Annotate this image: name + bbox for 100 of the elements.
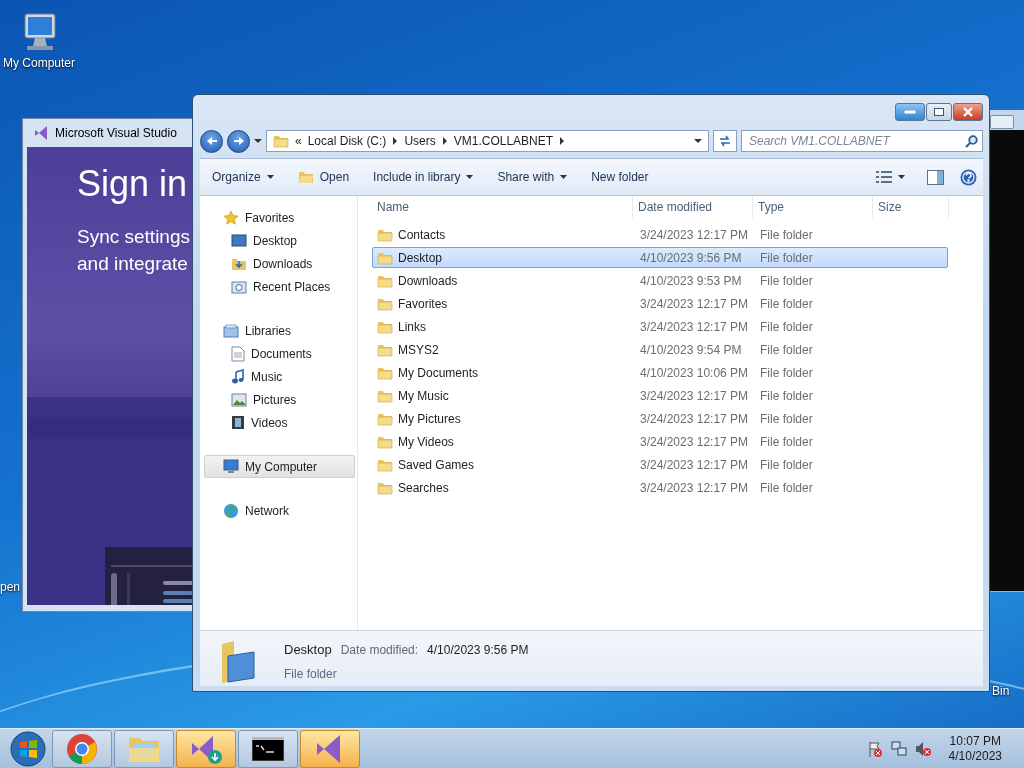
search-field[interactable]: Search VM1.COLLABNET [741, 130, 983, 152]
folder-icon [377, 480, 393, 495]
sidebar-item[interactable]: Downloads [204, 252, 355, 275]
column-header[interactable]: Date modified [633, 196, 753, 218]
description-text: Sync settings [77, 225, 191, 249]
desktop-icon-label[interactable]: My Computer [3, 56, 75, 70]
table-cell-text: File folder [759, 342, 814, 357]
file-name: My Videos [398, 434, 454, 449]
preview-pane-icon[interactable] [927, 169, 944, 185]
document-icon [231, 345, 245, 362]
visual-studio-icon [33, 125, 49, 141]
sidebar-item[interactable]: Favorites [204, 206, 355, 229]
table-cell-text: File folder [759, 365, 814, 380]
table-cell-text: File folder [759, 434, 814, 449]
recent-places-icon [231, 279, 247, 294]
close-button[interactable] [953, 103, 983, 121]
toolbar-button[interactable]: New folder [585, 167, 655, 187]
taskbar-button[interactable] [238, 729, 298, 768]
breadcrumb-item[interactable]: « [295, 134, 302, 148]
item-type: File folder [284, 667, 338, 681]
refresh-button[interactable] [713, 130, 737, 152]
sidebar-item[interactable]: Documents [204, 342, 355, 365]
flag-icon[interactable] [866, 740, 883, 757]
network-icon[interactable] [890, 740, 907, 757]
breadcrumb-item[interactable]: Local Disk (C:) [307, 134, 387, 148]
file-row[interactable]: My Videos 3/24/2023 12:17 PM File folder [372, 431, 948, 452]
caret-icon [898, 174, 905, 180]
star-icon [223, 209, 239, 226]
minimize-button[interactable] [895, 103, 925, 121]
back-button[interactable] [200, 129, 223, 153]
sidebar-item[interactable]: My Computer [204, 455, 355, 478]
arrow-left-icon [205, 136, 218, 146]
breadcrumb-item[interactable]: Users [404, 134, 436, 148]
minimize-icon [904, 110, 916, 114]
file-name: Searches [398, 480, 449, 495]
clock[interactable]: 10:07 PM 4/10/2023 [948, 733, 1002, 764]
file-name: My Documents [398, 365, 479, 380]
table-cell-text: 4/10/2023 10:06 PM [639, 365, 750, 380]
folder-icon [377, 250, 393, 265]
chevron-icon[interactable] [392, 137, 399, 145]
table-cell-text: 3/24/2023 12:17 PM [639, 434, 750, 449]
close-icon [962, 107, 974, 117]
speaker-muted-icon[interactable] [914, 740, 931, 757]
file-row[interactable]: My Music 3/24/2023 12:17 PM File folder [372, 385, 948, 406]
table-cell-text: File folder [759, 457, 814, 472]
toolbar-button[interactable]: Open [291, 167, 356, 187]
toolbar-button[interactable]: Organize [206, 167, 280, 187]
caret-icon[interactable] [254, 138, 262, 144]
file-row[interactable]: Desktop 4/10/2023 9:56 PM File folder [372, 247, 948, 268]
file-row[interactable]: Searches 3/24/2023 12:17 PM File folder [372, 477, 948, 498]
sidebar-item[interactable]: Desktop [204, 229, 355, 252]
table-cell-text: File folder [759, 480, 814, 495]
file-row[interactable]: Favorites 3/24/2023 12:17 PM File folder [372, 293, 948, 314]
address-bar[interactable]: « Local Disk (C:) Users VM1.COLLABNET [266, 130, 709, 152]
toolbar-button[interactable]: Share with [491, 167, 574, 187]
arrow-right-icon [232, 136, 245, 146]
column-header[interactable]: Type [753, 196, 873, 218]
file-name: Contacts [398, 227, 446, 242]
column-header[interactable]: Size [873, 196, 949, 218]
download-folder-icon [231, 256, 247, 271]
file-row[interactable]: My Pictures 3/24/2023 12:17 PM File folder [372, 408, 948, 429]
table-cell-text: 4/10/2023 9:56 PM [639, 250, 743, 265]
sidebar-item[interactable]: Network [204, 499, 355, 522]
file-row[interactable]: Downloads 4/10/2023 9:53 PM File folder [372, 270, 948, 291]
table-cell-text: 3/24/2023 12:17 PM [639, 319, 750, 334]
sidebar-item[interactable]: Videos [204, 411, 355, 434]
file-name: Favorites [398, 296, 448, 311]
file-name: Saved Games [398, 457, 475, 472]
forward-button[interactable] [227, 129, 250, 153]
sidebar-item[interactable]: Music [204, 365, 355, 388]
folder-icon [273, 134, 289, 148]
folder-icon [377, 457, 393, 472]
file-name: My Music [398, 388, 449, 403]
folder-icon [377, 342, 393, 357]
maximize-button[interactable] [926, 103, 952, 121]
table-cell-text: 3/24/2023 12:17 PM [639, 296, 750, 311]
caret-icon [466, 174, 474, 180]
file-row[interactable]: Links 3/24/2023 12:17 PM File folder [372, 316, 948, 337]
sidebar-item[interactable]: Pictures [204, 388, 355, 411]
file-row[interactable]: Saved Games 3/24/2023 12:17 PM File folder [372, 454, 948, 475]
chevron-icon[interactable] [441, 137, 448, 145]
table-cell-text: 3/24/2023 12:17 PM [639, 457, 750, 472]
file-row[interactable]: MSYS2 4/10/2023 9:54 PM File folder [372, 339, 948, 360]
sidebar-item[interactable]: Libraries [204, 319, 355, 342]
file-name: MSYS2 [398, 342, 439, 357]
desktop-icon-label: pen [0, 580, 21, 594]
folder-icon [377, 227, 393, 242]
caret-icon [560, 174, 568, 180]
folder-icon [377, 273, 393, 288]
breadcrumb-item[interactable]: VM1.COLLABNET [453, 134, 554, 148]
file-row[interactable]: My Documents 4/10/2023 10:06 PM File folder [372, 362, 948, 383]
table-cell-text: 3/24/2023 12:17 PM [639, 227, 750, 242]
chevron-icon[interactable] [559, 137, 566, 145]
toolbar-button[interactable]: Include in library [367, 167, 480, 187]
file-row[interactable]: Contacts 3/24/2023 12:17 PM File folder [372, 224, 948, 245]
table-cell-text: File folder [759, 273, 814, 288]
sidebar-item[interactable]: Recent Places [204, 275, 355, 298]
caret-icon[interactable] [694, 138, 702, 144]
music-note-icon [231, 368, 245, 385]
column-header[interactable]: Name [372, 196, 633, 218]
